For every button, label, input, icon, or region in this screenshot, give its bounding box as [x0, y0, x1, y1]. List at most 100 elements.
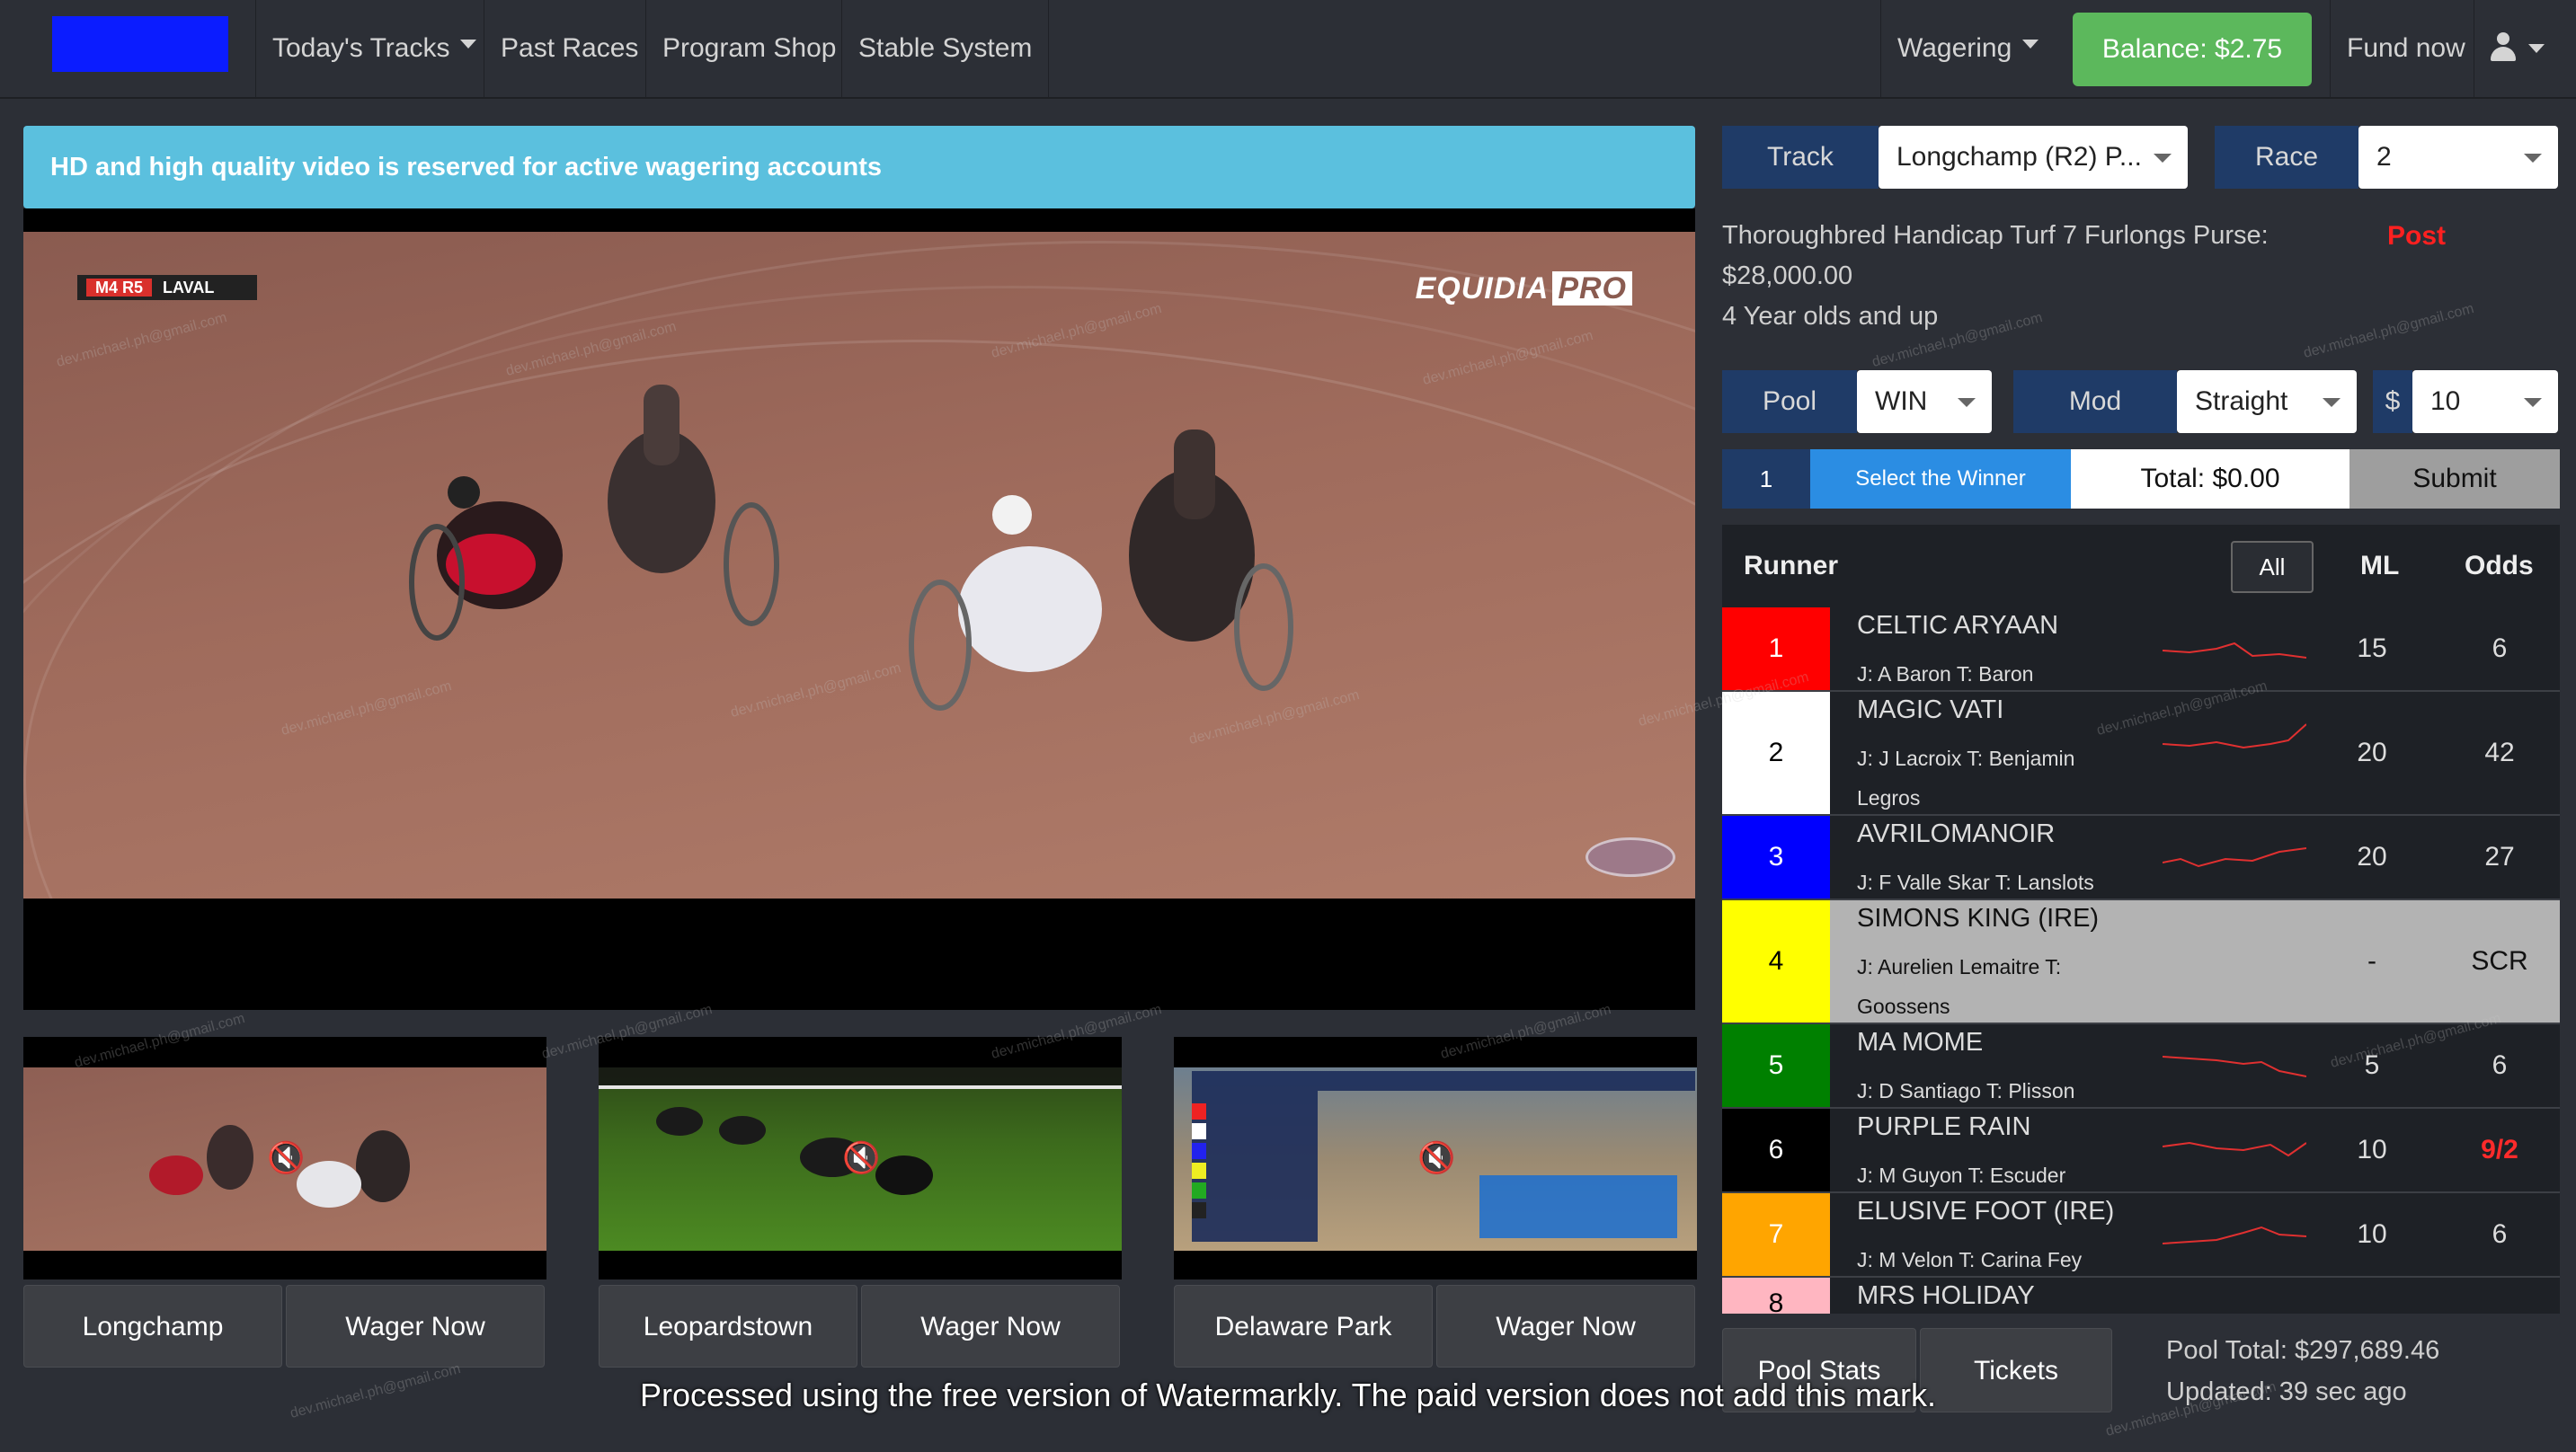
runner-number: 2 [1722, 692, 1830, 814]
mod-label: Mod [2013, 370, 2177, 433]
chevron-down-icon [1958, 398, 1976, 407]
runner-table-header: Runner All ML Odds [1722, 525, 2560, 607]
track-button-leopardstown[interactable]: Leopardstown [599, 1285, 857, 1368]
runner-row: 4 SIMONS KING (IRE) J: Aurelien Lemaitre T… [1722, 900, 2560, 1024]
muted-speaker-icon[interactable]: 🔇 [267, 1142, 305, 1174]
muted-speaker-icon[interactable]: 🔇 [842, 1142, 880, 1174]
select-winner-hint: Select the Winner [1810, 449, 2071, 509]
top-navbar: Today's Tracks Past Races Program Shop S… [0, 0, 2576, 99]
broadcaster-name: EQUIDIA [1415, 271, 1550, 305]
runner-name: MA MOME [1857, 1028, 1984, 1057]
hd-video-notice: HD and high quality video is reserved fo… [23, 126, 1695, 208]
runner-number: 7 [1722, 1193, 1830, 1276]
all-runners-button[interactable]: All [2231, 541, 2314, 593]
nav-past-races[interactable]: Past Races [484, 0, 654, 97]
pool-total: Pool Total: $297,689.46 [2166, 1336, 2440, 1365]
watermark-notice: Processed using the free version of Wate… [639, 1377, 1937, 1413]
runner-name: ELUSIVE FOOT (IRE) [1857, 1197, 2115, 1226]
runner-odds: 6 [2492, 633, 2508, 663]
runner-row[interactable]: 3 AVRILOMANOIR J: F Valle Skar T: Lanslots… [1722, 816, 2560, 900]
runner-odds: SCR [2471, 946, 2528, 976]
chevron-down-icon [2524, 398, 2542, 407]
odds-trend-sparkline [2163, 642, 2306, 659]
mod-select[interactable]: Straight [2177, 370, 2357, 433]
thumbnail-delaware-park[interactable]: 🔇 [1174, 1037, 1697, 1279]
post-status: Post [2387, 221, 2447, 251]
track-select-value: Longchamp (R2) P... [1896, 142, 2142, 172]
runner-name: MRS HOLIDAY [1857, 1281, 2035, 1310]
runner-morning-line: 20 [2357, 738, 2387, 767]
track-select[interactable]: Longchamp (R2) P... [1879, 126, 2188, 189]
thumbnail-leopardstown[interactable]: 🔇 [599, 1037, 1122, 1279]
wager-now-button[interactable]: Wager Now [861, 1285, 1120, 1368]
runner-jockey-trainer: J: F Valle Skar T: Lanslots [1857, 871, 2094, 894]
odds-trend-sparkline [2163, 1056, 2306, 1077]
runner-column-header: Runner [1744, 551, 1838, 580]
race-description: Thoroughbred Handicap Turf 7 Furlongs Pu… [1722, 221, 2269, 250]
runner-jockey-trainer: J: M Velon T: Carina Fey [1857, 1248, 2083, 1271]
runner-number: 5 [1722, 1024, 1830, 1107]
runner-odds: 27 [2484, 842, 2515, 872]
nav-todays-tracks[interactable]: Today's Tracks [255, 0, 493, 97]
runner-number: 6 [1722, 1109, 1830, 1191]
track-button-delaware-park[interactable]: Delaware Park [1174, 1285, 1433, 1368]
thumbnail-longchamp[interactable]: 🔇 [23, 1037, 546, 1279]
mod-select-value: Straight [2195, 386, 2288, 416]
amount-label: $ [2373, 370, 2412, 433]
user-icon [2491, 32, 2516, 63]
video-frame: M4 R5 LAVAL EQUIDIA PRO [23, 232, 1695, 899]
chevron-down-icon [2528, 44, 2545, 53]
submit-button[interactable]: Submit [2349, 449, 2560, 509]
runner-number: 4 [1722, 900, 1830, 1023]
race-select[interactable]: 2 [2358, 126, 2558, 189]
runner-row[interactable]: 7 ELUSIVE FOOT (IRE) J: M Velon T: Carina … [1722, 1193, 2560, 1278]
odds-column-header: Odds [2465, 551, 2534, 580]
runner-number: 3 [1722, 816, 1830, 899]
runner-odds: 42 [2484, 738, 2515, 767]
race-badge-track: LAVAL [163, 279, 215, 297]
site-logo[interactable] [52, 16, 228, 72]
chevron-down-icon [2022, 40, 2039, 49]
nav-todays-tracks-label: Today's Tracks [272, 33, 450, 63]
chevron-down-icon [2154, 154, 2172, 163]
runner-name: AVRILOMANOIR [1857, 819, 2056, 848]
runner-jockey-trainer: J: M Guyon T: Escuder [1857, 1164, 2066, 1187]
runner-name: CELTIC ARYAAN [1857, 611, 2059, 640]
runner-row[interactable]: 1 CELTIC ARYAAN J: A Baron T: Baron 15 6 [1722, 607, 2560, 692]
nav-wagering[interactable]: Wagering [1880, 0, 2056, 97]
main-video-player[interactable]: M4 R5 LAVAL EQUIDIA PRO [23, 208, 1695, 1010]
chevron-down-icon [2524, 154, 2542, 163]
amount-select[interactable]: 10 [2412, 370, 2558, 433]
race-badge: M4 R5 LAVAL [77, 275, 257, 300]
runner-name: SIMONS KING (IRE) [1857, 904, 2100, 933]
runner-morning-line: - [2367, 946, 2376, 976]
odds-trend-sparkline [2163, 1226, 2306, 1244]
user-menu[interactable] [2474, 0, 2576, 97]
runner-odds [2450, 1278, 2549, 1314]
amount-select-value: 10 [2430, 386, 2461, 416]
runner-row[interactable]: 6 PURPLE RAIN J: M Guyon T: Escuder 10 9/2 [1722, 1109, 2560, 1193]
nav-wagering-label: Wagering [1897, 33, 2012, 63]
race-label: Race [2215, 126, 2358, 189]
runner-jockey-trainer: J: Aurelien Lemaitre T: Goossens [1857, 955, 2062, 1018]
track-label: Track [1722, 126, 1879, 189]
muted-speaker-icon[interactable]: 🔇 [1417, 1142, 1455, 1174]
ticket-total: Total: $0.00 [2071, 449, 2349, 509]
track-logo-icon [1586, 837, 1675, 877]
wager-now-button[interactable]: Wager Now [286, 1285, 545, 1368]
wager-now-button[interactable]: Wager Now [1436, 1285, 1695, 1368]
race-scene-image [409, 385, 1293, 711]
runner-name: PURPLE RAIN [1857, 1112, 2031, 1141]
broadcaster-suffix: PRO [1552, 271, 1632, 305]
fund-now-link[interactable]: Fund now [2330, 0, 2474, 97]
pool-select[interactable]: WIN [1857, 370, 1992, 433]
runner-row[interactable]: 8 MRS HOLIDAY [1722, 1278, 2560, 1314]
odds-trend-sparkline [2163, 1141, 2306, 1157]
balance-button[interactable]: Balance: $2.75 [2073, 13, 2312, 86]
chevron-down-icon [2323, 398, 2341, 407]
nav-program-shop[interactable]: Program Shop [645, 0, 852, 97]
track-button-longchamp[interactable]: Longchamp [23, 1285, 282, 1368]
runner-morning-line [2342, 1278, 2402, 1314]
runner-name: MAGIC VATI [1857, 695, 2004, 724]
nav-stable-system[interactable]: Stable System [841, 0, 1050, 97]
